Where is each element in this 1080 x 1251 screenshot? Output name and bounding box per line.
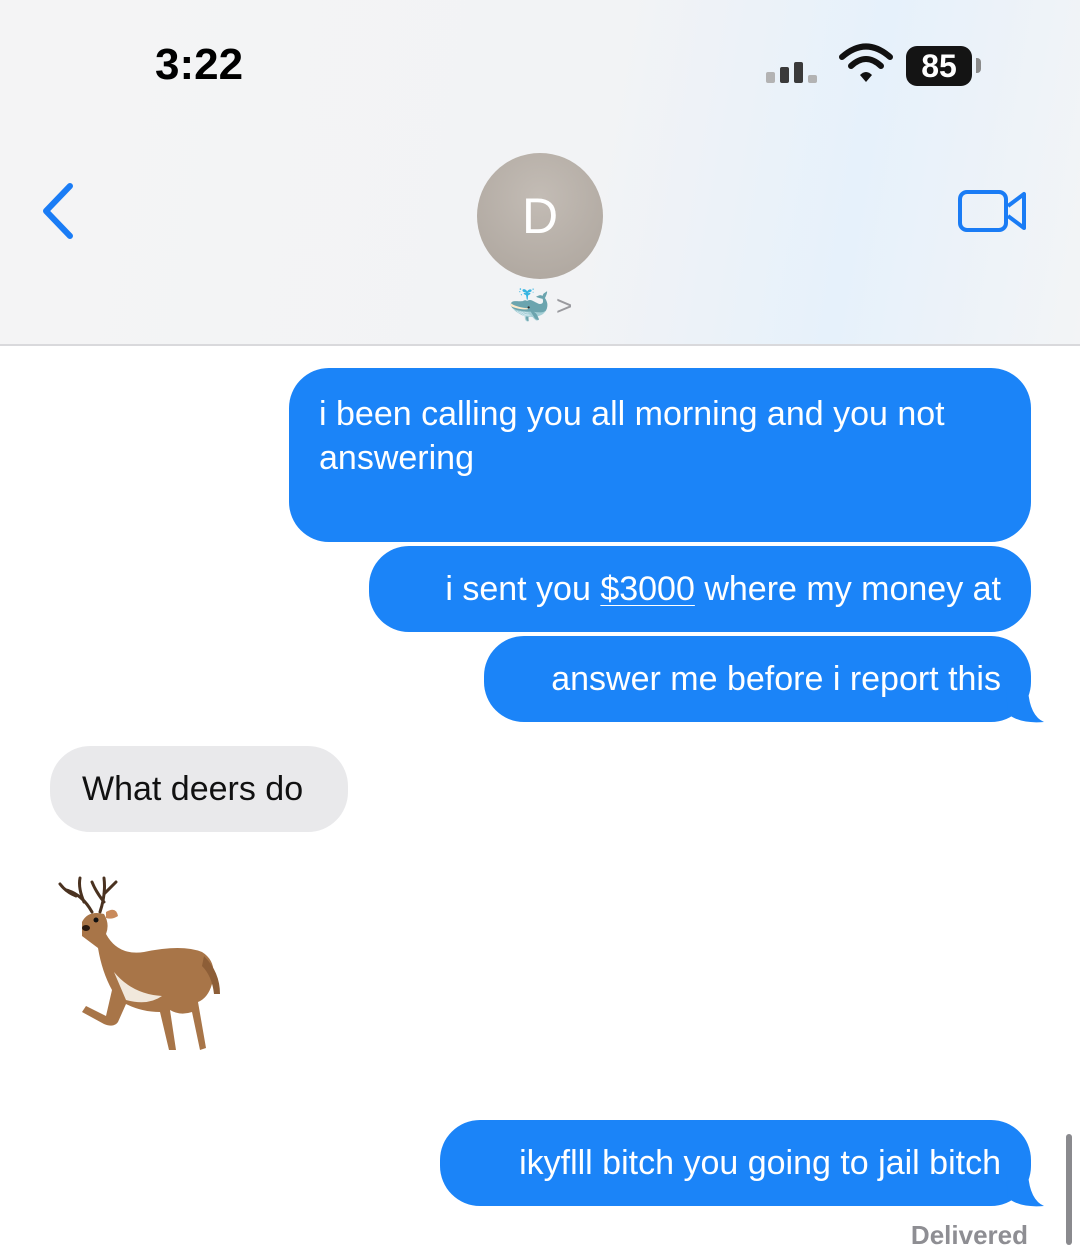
delivery-status: Delivered (910, 1220, 1028, 1250)
avatar[interactable]: D (477, 153, 603, 279)
money-link[interactable]: $3000 (600, 570, 695, 608)
chevron-right-icon[interactable]: > (556, 290, 572, 322)
message-bubble-sent[interactable]: ikyflll bitch you going to jail bitch (440, 1120, 1031, 1206)
battery-tip (976, 58, 981, 73)
message-bubble-sent[interactable]: answer me before i report this (484, 636, 1031, 722)
message-text: where my money at (694, 570, 1001, 608)
conversation-header: 3:22 85 D 🐳 > (0, 0, 1080, 346)
chevron-left-icon[interactable] (36, 180, 80, 242)
scrollbar[interactable] (1066, 1134, 1072, 1245)
wifi-icon (839, 43, 893, 82)
bubble-tail (1006, 1174, 1044, 1207)
bubble-tail (1006, 690, 1044, 723)
video-camera-icon[interactable] (956, 186, 1030, 236)
message-bubble-sent[interactable]: i sent you $3000 where my money at (369, 546, 1031, 632)
message-bubble-received[interactable]: What deers do (50, 746, 348, 832)
status-time: 3:22 (155, 40, 244, 89)
contact-name[interactable]: 🐳 (508, 286, 550, 326)
battery-indicator: 85 (906, 46, 972, 86)
deer-emoji[interactable] (52, 872, 242, 1062)
message-bubble-sent[interactable]: i been calling you all morning and you n… (289, 368, 1031, 542)
cellular-signal-icon (766, 62, 817, 83)
message-text: i sent you (445, 570, 601, 608)
